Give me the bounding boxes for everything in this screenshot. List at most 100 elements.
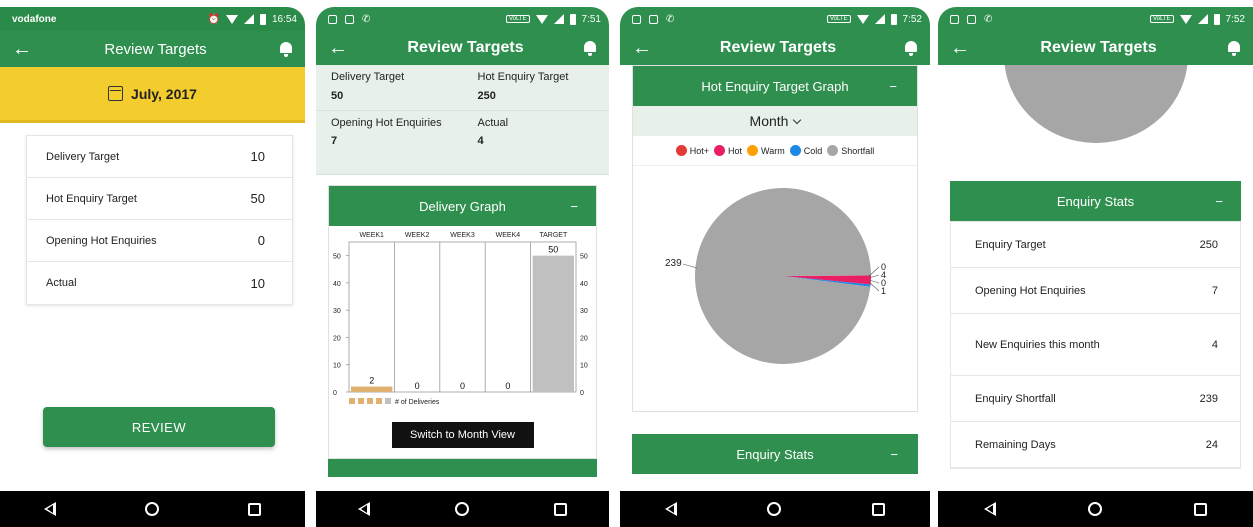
stats-row: Opening Hot Enquiries 7: [951, 268, 1240, 314]
gallery-icon: [345, 14, 354, 24]
y-tick-label-right: 50: [580, 254, 588, 261]
back-arrow-icon[interactable]: ←: [632, 38, 652, 58]
y-tick-label-right: 40: [580, 281, 588, 288]
nav-recents-icon[interactable]: [553, 502, 567, 516]
nav-back-icon[interactable]: [44, 502, 57, 516]
x-category-label: WEEK1: [359, 232, 384, 239]
signal-icon: [874, 14, 885, 24]
cell-value: 50: [331, 90, 344, 102]
cell-value: 4: [477, 135, 484, 147]
back-arrow-icon[interactable]: ←: [950, 38, 970, 58]
battery-icon: [569, 13, 576, 25]
collapse-icon[interactable]: −: [570, 199, 578, 214]
legend-item: Warm: [747, 145, 785, 156]
enquiry-stats-header[interactable]: Enquiry Stats −: [632, 434, 918, 474]
signal-icon: [553, 14, 564, 24]
review-button[interactable]: REVIEW: [43, 407, 275, 447]
legend-dot: [675, 145, 687, 156]
nav-back-icon[interactable]: [665, 502, 678, 516]
legend-dot: [789, 145, 801, 156]
volte-icon: VoLTE: [505, 15, 530, 23]
collapse-icon[interactable]: −: [890, 447, 898, 462]
legend-swatch: [349, 398, 355, 404]
enquiry-stats-header[interactable]: Enquiry Stats −: [950, 181, 1241, 221]
nav-home-icon[interactable]: [767, 502, 782, 516]
bar-data-label: 0: [505, 381, 510, 391]
back-arrow-icon[interactable]: ←: [328, 38, 348, 58]
stats-row: New Enquiries this month 4: [951, 314, 1240, 376]
nav-back-icon[interactable]: [358, 502, 371, 516]
row-label: Delivery Target: [46, 150, 120, 163]
bell-icon[interactable]: [279, 41, 293, 57]
pie-chart-partial: [1004, 65, 1188, 143]
hot-enquiry-graph-header[interactable]: Hot Enquiry Target Graph −: [633, 66, 917, 106]
battery-icon: [259, 13, 266, 25]
status-bar: vodafone ⏰ 16:54: [0, 7, 305, 31]
summary-cell: Opening Hot Enquiries 7: [316, 111, 463, 175]
bar-data-label: 0: [415, 381, 420, 391]
bar-data-label: 50: [548, 245, 558, 255]
enquiry-stats-list: Enquiry Target 250 Opening Hot Enquiries 7…: [950, 221, 1241, 469]
volte-icon: VoLTE: [1149, 15, 1174, 23]
bell-icon[interactable]: [904, 40, 918, 56]
row-label: Enquiry Target: [975, 238, 1046, 251]
hot-enquiry-pie-chart: 239 0401: [665, 188, 886, 364]
legend-item: Shortfall: [827, 145, 874, 156]
collapse-icon[interactable]: −: [1215, 194, 1223, 209]
legend-label: Hot: [728, 145, 743, 156]
enquiry-stats-title: Enquiry Stats: [736, 446, 814, 462]
pie-leader-line: [682, 263, 698, 269]
nav-back-icon[interactable]: [984, 502, 996, 516]
wifi-icon: [1179, 14, 1192, 24]
legend-swatch: [358, 398, 364, 404]
nav-home-icon[interactable]: [144, 502, 159, 516]
nav-bar: [316, 491, 609, 527]
battery-icon: [1213, 13, 1220, 25]
y-tick-label-left: 30: [333, 308, 341, 315]
cell-value: 7: [331, 135, 338, 147]
back-arrow-icon[interactable]: ←: [12, 39, 32, 59]
wifi-icon: [225, 14, 238, 24]
y-tick-label-left: 50: [333, 254, 341, 261]
nav-recents-icon[interactable]: [1194, 502, 1207, 516]
notification-icon: [632, 14, 641, 24]
y-tick-label-left: 40: [333, 281, 341, 288]
period-dropdown[interactable]: Month: [633, 106, 917, 136]
missed-call-icon: ✆: [666, 13, 675, 25]
notification-icon: [328, 14, 337, 24]
delivery-graph-header[interactable]: Delivery Graph −: [329, 186, 596, 226]
delivery-graph-card: Delivery Graph − 0 0 10 10 20 20 30 30 40 40 50 50 W…: [328, 185, 597, 459]
pie-legend: Hot+ Hot Warm Cold Shortfall: [633, 136, 917, 166]
month-picker[interactable]: July, 2017: [0, 67, 305, 123]
enquiry-stats-title: Enquiry Stats: [1056, 193, 1135, 209]
status-bar: ✆ VoLTE 7:51: [316, 7, 609, 31]
row-label: Opening Hot Enquiries: [975, 284, 1086, 297]
nav-home-icon[interactable]: [1088, 502, 1102, 516]
bell-icon[interactable]: [583, 40, 597, 56]
targets-summary: Delivery Target 50 Hot Enquiry Target 250 …: [316, 65, 609, 175]
app-bar: ← Review Targets: [0, 31, 305, 67]
missed-call-icon: ✆: [362, 13, 371, 25]
legend-item: Hot+: [675, 145, 709, 156]
switch-view-button[interactable]: Switch to Month View: [391, 422, 534, 448]
summary-cell: Hot Enquiry Target 250: [462, 65, 609, 111]
battery-icon: [890, 13, 897, 25]
y-tick-label-right: 20: [580, 335, 588, 342]
status-bar: ✆ VoLTE 7:52: [938, 7, 1253, 31]
collapse-icon[interactable]: −: [889, 79, 897, 94]
nav-home-icon[interactable]: [454, 502, 469, 516]
y-tick-label-left: 0: [333, 390, 337, 397]
bell-icon[interactable]: [1227, 40, 1241, 56]
status-time: 7:52: [1225, 13, 1245, 25]
row-value: 10: [250, 149, 265, 164]
x-category-label: WEEK2: [405, 232, 430, 239]
row-value: 7: [1211, 284, 1218, 297]
y-tick-label-left: 10: [333, 363, 341, 370]
app-bar: ← Review Targets: [316, 31, 609, 65]
row-label: New Enquiries this month: [975, 338, 1100, 351]
nav-recents-icon[interactable]: [247, 502, 261, 516]
legend-dot: [714, 145, 726, 156]
y-tick-label-right: 10: [580, 363, 588, 370]
row-label: Enquiry Shortfall: [975, 392, 1056, 405]
nav-recents-icon[interactable]: [871, 502, 885, 516]
